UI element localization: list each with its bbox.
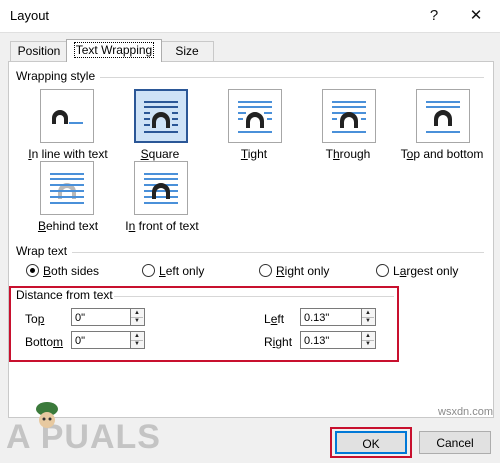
square-wrap-label[interactable]: Square [124, 147, 196, 161]
in-front-text-icon [144, 173, 178, 204]
bottom-distance-input[interactable]: 0" [71, 331, 131, 349]
inline-wrap-label[interactable]: In line with text [22, 147, 114, 161]
spin-down-icon[interactable]: ▼ [131, 340, 143, 348]
left-label: Left [264, 312, 285, 326]
square-wrap-icon [144, 101, 178, 133]
divider [100, 77, 484, 78]
top-distance-stepper[interactable]: ▲ ▼ [131, 308, 145, 326]
both-sides-label[interactable]: Both sides [43, 264, 99, 278]
mascot-icon [30, 400, 64, 433]
inline-wrap-icon [52, 110, 83, 124]
ok-button[interactable]: OK [335, 431, 407, 454]
site-watermark: wsxdn.com [438, 406, 494, 418]
tab-position[interactable]: Position [10, 41, 68, 61]
through-wrap-option[interactable] [322, 89, 376, 143]
right-distance-input[interactable]: 0.13" [300, 331, 362, 349]
top-bottom-wrap-icon [426, 101, 460, 133]
largest-only-label[interactable]: Largest only [393, 264, 458, 278]
dialog-title: Layout [10, 8, 50, 23]
radio-both-sides[interactable] [26, 264, 39, 277]
radio-right-only[interactable] [259, 264, 272, 277]
tab-text-wrapping[interactable]: Text Wrapping [66, 39, 162, 62]
tight-wrap-option[interactable] [228, 89, 282, 143]
top-label: Top [25, 312, 45, 326]
inline-wrap-option[interactable] [40, 89, 94, 143]
close-button[interactable]: ✕ [462, 4, 490, 28]
top-distance-input[interactable]: 0" [71, 308, 131, 326]
distance-label: Distance from text [16, 288, 113, 302]
in-front-text-option[interactable] [134, 161, 188, 215]
radio-largest-only[interactable] [376, 264, 389, 277]
left-distance-input[interactable]: 0.13" [300, 308, 362, 326]
wrap-text-label: Wrap text [16, 244, 68, 258]
in-front-text-label[interactable]: In front of text [116, 219, 208, 233]
radio-left-only[interactable] [142, 264, 155, 277]
bottom-label: Bottom [25, 335, 64, 349]
wrapping-style-label: Wrapping style [16, 69, 96, 83]
spin-down-icon[interactable]: ▼ [131, 317, 143, 325]
tight-wrap-label[interactable]: Tight [218, 147, 290, 161]
bottom-distance-stepper[interactable]: ▲ ▼ [131, 331, 145, 349]
left-distance-stepper[interactable]: ▲ ▼ [362, 308, 376, 326]
help-button[interactable]: ? [420, 4, 448, 28]
right-only-label[interactable]: Right only [276, 264, 329, 278]
tight-wrap-icon [238, 101, 272, 133]
spin-down-icon[interactable]: ▼ [362, 317, 374, 325]
through-wrap-label[interactable]: Through [312, 147, 384, 161]
left-only-label[interactable]: Left only [159, 264, 204, 278]
square-wrap-option[interactable] [134, 89, 188, 143]
tab-size[interactable]: Size [160, 41, 214, 61]
right-label: Right [264, 335, 293, 349]
cancel-button[interactable]: Cancel [419, 431, 491, 454]
spin-down-icon[interactable]: ▼ [362, 340, 374, 348]
behind-text-label[interactable]: Behind text [22, 219, 114, 233]
through-wrap-icon [332, 101, 366, 133]
top-bottom-wrap-label[interactable]: Top and bottom [396, 147, 488, 161]
right-distance-stepper[interactable]: ▲ ▼ [362, 331, 376, 349]
divider [114, 296, 394, 297]
behind-text-icon [50, 173, 84, 204]
behind-text-option[interactable] [40, 161, 94, 215]
divider [72, 252, 484, 253]
top-bottom-wrap-option[interactable] [416, 89, 470, 143]
